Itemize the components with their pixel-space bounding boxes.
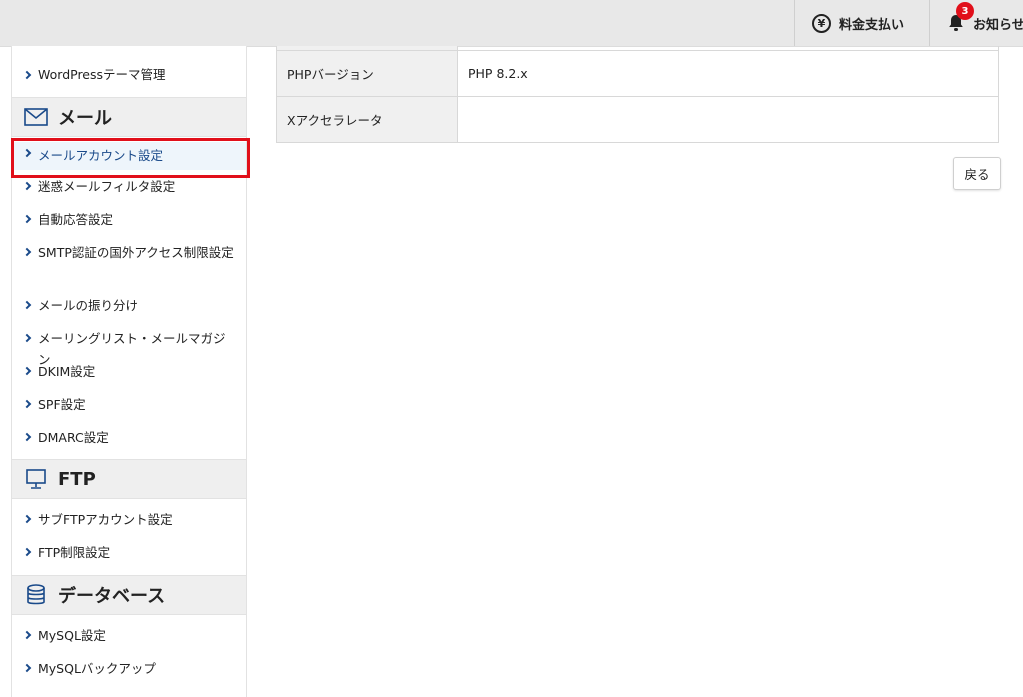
bell-icon: 3 xyxy=(948,2,974,32)
sidebar-item-label: サブFTPアカウント設定 xyxy=(38,512,173,527)
database-items: MySQL設定 MySQLバックアップ xyxy=(12,615,246,690)
back-button[interactable]: 戻る xyxy=(953,157,1001,190)
sidebar-item-label: メールアカウント設定 xyxy=(38,148,164,163)
billing-link[interactable]: ¥ 料金支払い xyxy=(794,0,929,46)
sidebar-item-smtp-restriction[interactable]: SMTP認証の国外アクセス制限設定 xyxy=(12,241,246,294)
table-row: PHPバージョン PHP 8.2.x xyxy=(276,50,999,97)
sidebar-item-dkim[interactable]: DKIM設定 xyxy=(12,360,246,393)
sidebar-item-wordpress-theme[interactable]: WordPressテーマ管理 xyxy=(12,64,246,85)
sidebar-item-mail-sorting[interactable]: メールの振り分け xyxy=(12,294,246,327)
envelope-icon xyxy=(24,105,48,129)
billing-label: 料金支払い xyxy=(839,17,905,33)
sidebar-item-label: DMARC設定 xyxy=(38,430,109,445)
sidebar-item-spam-filter[interactable]: 迷惑メールフィルタ設定 xyxy=(12,175,246,208)
section-mail-header: メール xyxy=(12,97,246,137)
notice-label: お知らせ xyxy=(973,17,1023,33)
notice-link[interactable]: 3 お知らせ xyxy=(929,0,1023,46)
sidebar-item-ftp-restriction[interactable]: FTP制限設定 xyxy=(12,541,246,574)
yen-icon: ¥ xyxy=(812,13,831,33)
ftp-items: サブFTPアカウント設定 FTP制限設定 xyxy=(12,499,246,574)
sidebar-item-label: MySQLバックアップ xyxy=(38,661,156,676)
section-ftp-header: FTP xyxy=(12,459,246,499)
sidebar-item-label: MySQL設定 xyxy=(38,628,106,643)
row-label: PHPバージョン xyxy=(276,50,458,97)
sidebar: WordPressテーマ管理 メール メールアカウント設定 迷惑メールフィルタ設… xyxy=(11,46,247,697)
sidebar-item-mailing-list[interactable]: メーリングリスト・メールマガジン xyxy=(12,327,246,367)
section-database-title: データベース xyxy=(58,586,166,607)
row-value xyxy=(457,96,999,143)
settings-table: PHPバージョン PHP 8.2.x Xアクセラレータ xyxy=(276,46,999,143)
sidebar-item-label: SMTP認証の国外アクセス制限設定 xyxy=(38,245,234,260)
row-value: PHP 8.2.x xyxy=(457,50,999,97)
database-icon xyxy=(24,583,48,607)
sidebar-item-mysql-backup[interactable]: MySQLバックアップ xyxy=(12,657,246,690)
sidebar-item-label: SPF設定 xyxy=(38,397,86,412)
sidebar-item-mail-account[interactable]: メールアカウント設定 xyxy=(12,142,246,170)
sidebar-item-spf[interactable]: SPF設定 xyxy=(12,393,246,426)
sidebar-item-mysql[interactable]: MySQL設定 xyxy=(12,624,246,657)
sidebar-top-group: WordPressテーマ管理 xyxy=(12,46,246,97)
notice-count-badge: 3 xyxy=(956,2,974,20)
section-database-header: データベース xyxy=(12,575,246,615)
section-ftp-title: FTP xyxy=(58,468,96,490)
sidebar-item-label: メールの振り分け xyxy=(38,298,139,313)
row-label: Xアクセラレータ xyxy=(276,96,458,143)
sidebar-item-auto-reply[interactable]: 自動応答設定 xyxy=(12,208,246,241)
sidebar-item-label: 迷惑メールフィルタ設定 xyxy=(38,179,176,194)
table-row: Xアクセラレータ xyxy=(276,96,999,143)
sidebar-item-label: DKIM設定 xyxy=(38,364,96,379)
top-header: ¥ 料金支払い 3 お知らせ xyxy=(0,0,1023,47)
sidebar-item-sub-ftp[interactable]: サブFTPアカウント設定 xyxy=(12,508,246,541)
sidebar-item-label: WordPressテーマ管理 xyxy=(38,67,166,82)
sidebar-item-dmarc[interactable]: DMARC設定 xyxy=(12,426,246,459)
sidebar-item-label: 自動応答設定 xyxy=(38,212,114,227)
sidebar-item-label: FTP制限設定 xyxy=(38,545,111,560)
monitor-icon xyxy=(24,467,48,491)
section-mail-title: メール xyxy=(58,108,112,129)
mail-items: メールアカウント設定 迷惑メールフィルタ設定 自動応答設定 SMTP認証の国外ア… xyxy=(12,137,246,459)
